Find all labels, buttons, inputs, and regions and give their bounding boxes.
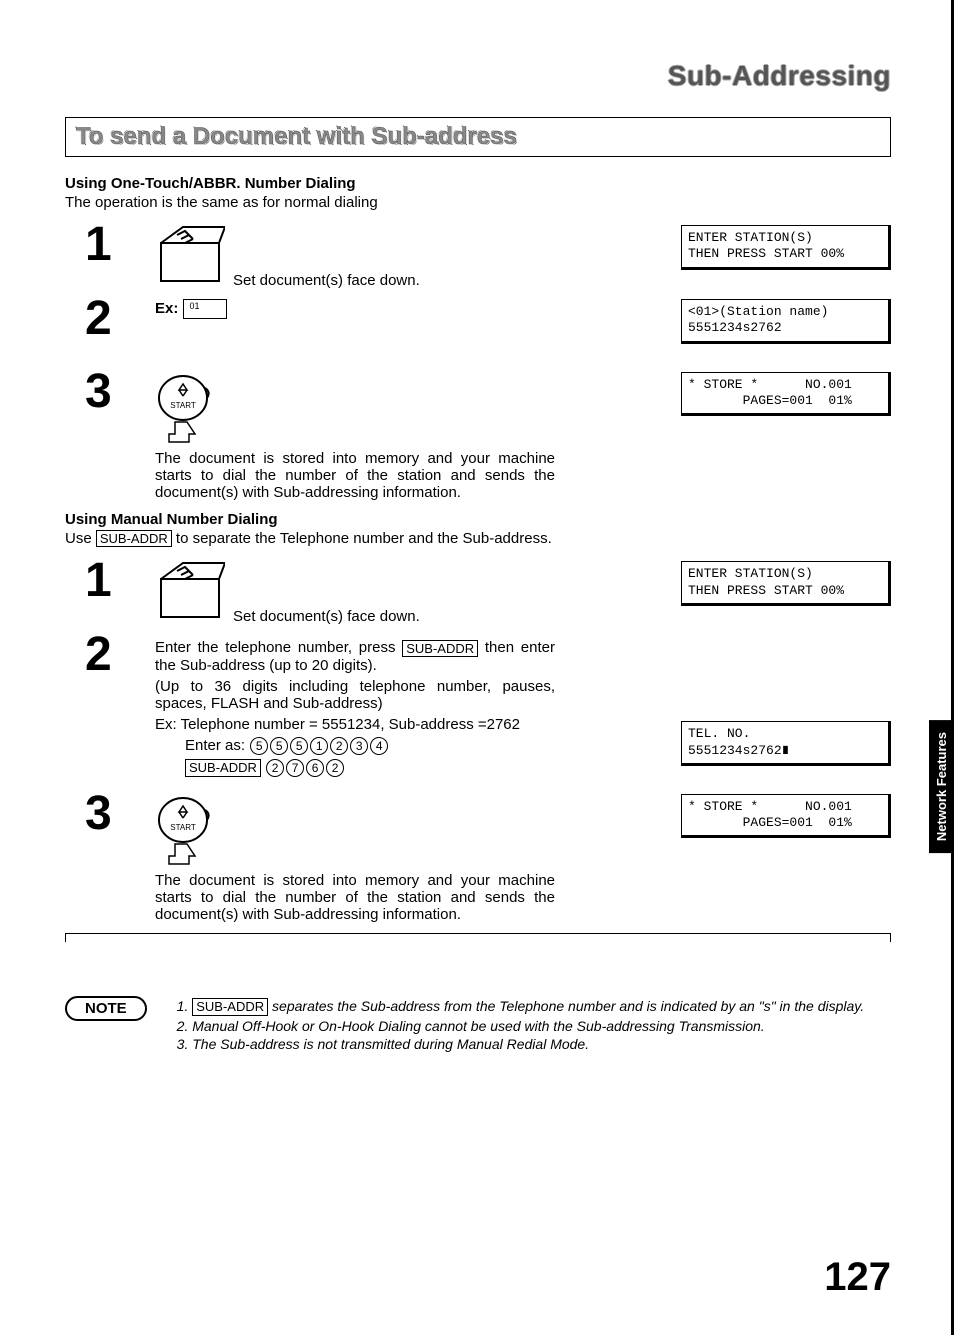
note-list: 1. SUB-ADDR separates the Sub-address fr…: [177, 996, 891, 1054]
step-body: Ex: 01: [155, 295, 661, 319]
step-row: 3 START The document is stored into memo…: [65, 368, 891, 505]
digit-key: 5: [270, 737, 288, 755]
note-label: NOTE: [65, 996, 147, 1021]
step-text: The document is stored into memory and y…: [155, 872, 555, 923]
lcd-display: * STORE * NO.001 PAGES=001 01%: [681, 794, 891, 839]
section-one-touch: Using One-Touch/ABBR. Number Dialing The…: [65, 175, 891, 505]
step-row: 2 Enter the telephone number, press SUB-…: [65, 631, 891, 784]
section-b-heading: Using Manual Number Dialing: [65, 511, 891, 528]
digit-key: 4: [370, 737, 388, 755]
example-line: Ex: Telephone number = 5551234, Sub-addr…: [155, 716, 661, 733]
manual-page: Sub-Addressing To send a Document with S…: [0, 0, 954, 1335]
lcd-display: ENTER STATION(S) THEN PRESS START 00%: [681, 561, 891, 606]
step-body: Set document(s) face down.: [155, 557, 661, 625]
digit-key: 2: [266, 759, 284, 777]
step-text: Enter the telephone number, press SUB-AD…: [155, 639, 555, 674]
digit-key: 2: [330, 737, 348, 755]
step-row: 3 START The document is stored into memo…: [65, 790, 891, 927]
digit-key: 5: [290, 737, 308, 755]
step-text: Set document(s) face down.: [233, 272, 420, 289]
step-number: 1: [65, 221, 155, 269]
svg-text:START: START: [170, 823, 196, 832]
sub-addr-key: SUB-ADDR: [192, 998, 268, 1016]
step-text: The document is stored into memory and y…: [155, 450, 555, 501]
section-b-desc: Use SUB-ADDR to separate the Telephone n…: [65, 530, 891, 548]
enter-as-line: Enter as: 5551234: [155, 737, 661, 755]
step-number: 1: [65, 557, 155, 605]
start-button-icon: START: [155, 372, 661, 446]
start-button-icon: START: [155, 794, 661, 868]
desc-text: to separate the Telephone number and the…: [172, 530, 552, 547]
sub-addr-key: SUB-ADDR: [402, 640, 478, 658]
page-title: Sub-Addressing: [65, 60, 891, 92]
step-row: 1 Set document(s) face down. ENTER STATI…: [65, 221, 891, 289]
lcd-display: TEL. NO. 5551234s2762∎: [681, 721, 891, 766]
example-label: Ex:: [155, 300, 178, 317]
note-item: 2. Manual Off-Hook or On-Hook Dialing ca…: [177, 1018, 891, 1034]
digit-key: 2: [326, 759, 344, 777]
document-facedown-icon: [155, 561, 225, 625]
step-row: 2 Ex: 01 <01>(Station name) 5551234s2762: [65, 295, 891, 362]
page-number: 127: [824, 1255, 891, 1300]
step-text: (Up to 36 digits including telephone num…: [155, 678, 555, 712]
step-number: 2: [65, 631, 155, 679]
lcd-display: ENTER STATION(S) THEN PRESS START 00%: [681, 225, 891, 270]
step-number: 3: [65, 368, 155, 416]
sub-addr-key: SUB-ADDR: [96, 530, 172, 548]
svg-text:START: START: [170, 401, 196, 410]
step-body: START The document is stored into memory…: [155, 790, 661, 927]
step-text: Set document(s) face down.: [233, 608, 420, 625]
digit-key: 5: [250, 737, 268, 755]
note-block: NOTE 1. SUB-ADDR separates the Sub-addre…: [65, 992, 891, 1054]
digit-key: 7: [286, 759, 304, 777]
step-number: 3: [65, 790, 155, 838]
note-item: 3. The Sub-address is not transmitted du…: [177, 1036, 891, 1052]
section-manual-dial: Using Manual Number Dialing Use SUB-ADDR…: [65, 511, 891, 927]
step-row: 1 Set document(s) face down. ENTER STATI…: [65, 557, 891, 625]
document-facedown-icon: [155, 225, 225, 289]
step-number: 2: [65, 295, 155, 343]
step-body: START The document is stored into memory…: [155, 368, 661, 505]
desc-text: Use: [65, 530, 96, 547]
digit-key: 1: [310, 737, 328, 755]
note-item: 1. SUB-ADDR separates the Sub-address fr…: [177, 998, 891, 1016]
one-touch-key: 01: [183, 299, 227, 319]
side-tab: Network Features: [929, 720, 954, 853]
lcd-display: * STORE * NO.001 PAGES=001 01%: [681, 372, 891, 417]
digit-key: 6: [306, 759, 324, 777]
lcd-display: <01>(Station name) 5551234s2762: [681, 299, 891, 344]
enter-as-line-2: SUB-ADDR 2762: [155, 759, 661, 777]
section-a-heading: Using One-Touch/ABBR. Number Dialing: [65, 175, 891, 192]
step-body: Set document(s) face down.: [155, 221, 661, 289]
sub-addr-key: SUB-ADDR: [185, 759, 261, 777]
step-body: Enter the telephone number, press SUB-AD…: [155, 631, 661, 781]
digit-sequence: 5551234: [249, 737, 389, 754]
note-separator: [65, 933, 891, 942]
section-title-box: To send a Document with Sub-address: [65, 117, 891, 157]
section-title: To send a Document with Sub-address: [76, 123, 517, 150]
digit-sequence: 2762: [265, 759, 345, 776]
digit-key: 3: [350, 737, 368, 755]
section-a-desc: The operation is the same as for normal …: [65, 194, 891, 211]
